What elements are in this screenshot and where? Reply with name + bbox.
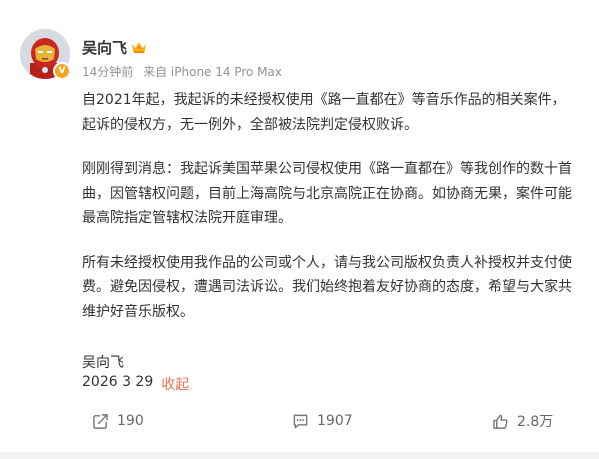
- text-line: 维护好音乐版权。: [82, 303, 194, 320]
- collapse-link[interactable]: 收起: [161, 374, 189, 394]
- comment-button[interactable]: 1907: [292, 413, 353, 430]
- comment-bubble-icon: [293, 414, 308, 428]
- post-date: 2026 3 29: [82, 374, 154, 390]
- date-row: 2026 3 29 收起: [82, 374, 189, 394]
- action-bar: 190 1907 2.8万: [0, 404, 599, 438]
- repost-count: 190: [117, 413, 144, 429]
- repost-button[interactable]: 190: [92, 413, 144, 430]
- author-row: 吴向飞: [82, 36, 147, 58]
- paragraph: 自2021年起，我起诉的未经授权使用《路一直都在》等音乐作品的相关案件， 起诉的…: [82, 88, 599, 137]
- text-line: 自2021年起，我起诉的未经授权使用《路一直都在》等音乐作品的相关案件，: [82, 92, 566, 108]
- like-count: 2.8万: [517, 414, 554, 430]
- avatar[interactable]: V: [20, 29, 71, 80]
- text-line: 起诉的侵权方，无一例外，全部被法院判定侵权败诉。: [82, 116, 418, 133]
- weibo-post-card: V 吴向飞 14分钟前 来自 iPhone 14 Pro Max 自2021年起…: [0, 0, 599, 459]
- post-meta: 14分钟前 来自 iPhone 14 Pro Max: [82, 63, 288, 80]
- signature: 吴向飞: [82, 355, 124, 371]
- author-name[interactable]: 吴向飞: [82, 37, 127, 58]
- paragraph: 刚刚得到消息：我起诉美国苹果公司侵权使用《路一直都在》等我创作的数十首 曲，因管…: [82, 157, 599, 231]
- comment-count: 1907: [317, 413, 353, 429]
- post-time[interactable]: 14分钟前: [82, 65, 133, 79]
- crown-icon[interactable]: [131, 40, 147, 54]
- post-body: 自2021年起，我起诉的未经授权使用《路一直都在》等音乐作品的相关案件， 起诉的…: [82, 88, 599, 344]
- card-divider: [0, 452, 599, 459]
- text-line: 最高院指定管辖权法院开庭审理。: [82, 210, 292, 226]
- paragraph: 所有未经授权使用我作品的公司或个人，请与我公司版权负责人补授权并支付使 费。避免…: [82, 251, 599, 325]
- text-line: 曲，因管辖权问题，目前上海高院与北京高院正在协商。如协商无果，案件可能: [82, 185, 572, 202]
- text-line: 刚刚得到消息：我起诉美国苹果公司侵权使用《路一直都在》等我创作的数十首: [82, 161, 572, 177]
- post-source: 来自 iPhone 14 Pro Max: [143, 65, 282, 79]
- text-line: 所有未经授权使用我作品的公司或个人，请与我公司版权负责人补授权并支付使: [82, 254, 572, 271]
- text-line: 费。避免因侵权，遭遇司法诉讼。我们始终抱着友好协商的态度，希望与大家共: [82, 279, 572, 295]
- like-button[interactable]: 2.8万: [492, 411, 553, 431]
- share-arrow-icon: [93, 413, 108, 429]
- thumbs-up-icon: [493, 414, 508, 429]
- verified-badge-icon: V: [53, 62, 71, 80]
